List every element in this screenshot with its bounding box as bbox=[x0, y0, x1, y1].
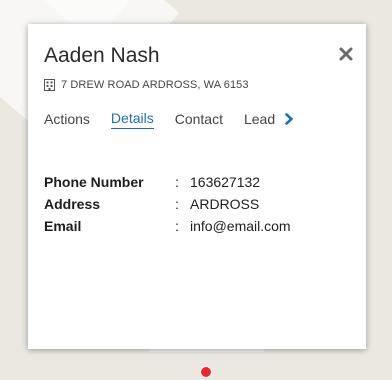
tab-contact[interactable]: Contact bbox=[175, 111, 223, 129]
details-list: Phone Number : 163627132 Address : ARDRO… bbox=[44, 171, 291, 237]
chevron-right-icon[interactable] bbox=[284, 112, 294, 125]
detail-value: info@email.com bbox=[190, 218, 291, 234]
detail-label: Email bbox=[44, 218, 82, 234]
address-text: 7 DREW ROAD ARDROSS, WA 6153 bbox=[61, 79, 249, 91]
detail-row-phone: Phone Number : 163627132 bbox=[44, 171, 291, 193]
tab-details[interactable]: Details bbox=[110, 110, 154, 129]
detail-label: Address bbox=[44, 196, 101, 212]
detail-separator: : bbox=[175, 174, 179, 190]
info-popup: Aaden Nash 7 DREW ROAD ARDROSS, WA 6153 … bbox=[28, 24, 366, 349]
detail-row-email: Email : info@email.com bbox=[44, 215, 291, 237]
close-button[interactable] bbox=[338, 46, 354, 62]
building-icon bbox=[44, 79, 55, 91]
detail-value: ARDROSS bbox=[190, 196, 260, 212]
address-row: 7 DREW ROAD ARDROSS, WA 6153 bbox=[44, 79, 249, 91]
detail-label: Phone Number bbox=[44, 174, 144, 190]
popup-title: Aaden Nash bbox=[44, 44, 160, 67]
detail-separator: : bbox=[175, 218, 179, 234]
tab-actions[interactable]: Actions bbox=[44, 111, 90, 129]
tab-lead[interactable]: Lead bbox=[244, 111, 275, 129]
close-icon bbox=[339, 47, 353, 61]
detail-row-address: Address : ARDROSS bbox=[44, 193, 291, 215]
detail-separator: : bbox=[175, 196, 179, 212]
map-marker[interactable] bbox=[200, 366, 212, 378]
detail-value: 163627132 bbox=[190, 174, 261, 190]
tab-bar: Actions Details Contact Lead bbox=[44, 110, 294, 129]
